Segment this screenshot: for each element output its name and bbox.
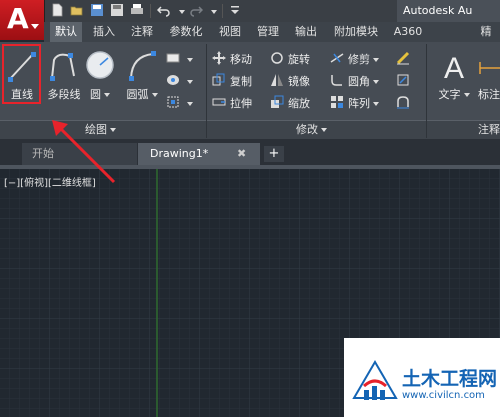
stretch-icon [212, 95, 226, 109]
hatch-tool[interactable] [166, 72, 193, 92]
annotation-panel-title[interactable]: 注释 [478, 121, 500, 138]
stretch-tool[interactable]: 拉伸 [212, 94, 252, 114]
circle-label: 圆 [78, 86, 122, 102]
scale-icon [270, 95, 284, 109]
region-tool[interactable] [166, 94, 193, 114]
rectangle-tool[interactable] [166, 50, 193, 70]
tab-view[interactable]: 视图 [214, 22, 246, 42]
watermark: 土木工程网 www.civilcn.com [344, 338, 500, 417]
trim-tool[interactable]: 修剪 [330, 50, 379, 70]
mirror-tool[interactable]: 镜像 [270, 72, 310, 92]
tab-parametric[interactable]: 参数化 [164, 22, 208, 42]
mirror-icon [270, 73, 284, 87]
copy-tool[interactable]: 复制 [212, 72, 252, 92]
arc-button[interactable]: 圆弧 [120, 45, 164, 105]
new-tab-button[interactable]: + [264, 146, 284, 162]
close-icon[interactable]: ✖ [237, 143, 246, 165]
watermark-text: 土木工程网 [402, 368, 498, 390]
annotation-arrow [52, 120, 116, 184]
application-menu-button[interactable]: A [0, 0, 45, 40]
erase-tool[interactable] [396, 50, 414, 70]
explode-tool[interactable] [396, 72, 414, 92]
print-icon[interactable] [129, 3, 145, 19]
undo-icon[interactable] [156, 3, 172, 19]
tab-annotate[interactable]: 注释 [126, 22, 158, 42]
save-icon[interactable] [89, 3, 105, 19]
window-title: Autodesk Au [397, 0, 500, 22]
chevron-down-icon[interactable] [204, 3, 220, 19]
arc-label: 圆弧 [120, 86, 164, 102]
tab-home[interactable]: 默认 [50, 22, 82, 42]
eraser-icon [396, 51, 410, 65]
fillet-icon [330, 73, 344, 87]
redo-icon[interactable] [188, 3, 204, 19]
array-icon [330, 95, 344, 109]
customize-qat-icon[interactable] [227, 3, 243, 19]
polyline-icon [50, 53, 75, 81]
circle-button[interactable]: 圆 [78, 45, 122, 105]
dimension-label: 标注 [478, 88, 500, 101]
copy-icon [212, 73, 226, 87]
chevron-down-icon[interactable] [172, 3, 188, 19]
rotate-icon [270, 51, 284, 65]
fillet-tool[interactable]: 圆角 [330, 72, 379, 92]
saveas-icon[interactable] [109, 3, 125, 19]
text-icon: A [444, 52, 464, 84]
chevron-down-icon [31, 24, 39, 29]
circle-icon [86, 51, 114, 79]
arc-icon [129, 51, 156, 81]
region-icon [166, 95, 180, 109]
modify-panel-title[interactable]: 修改 [296, 121, 327, 138]
offset-tool[interactable] [396, 94, 414, 114]
scale-tool[interactable]: 缩放 [270, 94, 310, 114]
new-icon[interactable] [49, 3, 65, 19]
highlight-box [2, 44, 41, 104]
autocad-logo-icon: A [7, 2, 29, 35]
text-button[interactable]: A 文字 [432, 45, 476, 105]
open-icon[interactable] [69, 3, 85, 19]
tab-manage[interactable]: 管理 [252, 22, 284, 42]
move-icon [212, 51, 226, 65]
tab-insert[interactable]: 插入 [88, 22, 120, 42]
tab-output[interactable]: 输出 [290, 22, 322, 42]
tab-featured[interactable]: 精 [472, 22, 500, 42]
rectangle-icon [166, 51, 180, 65]
offset-icon [396, 95, 410, 109]
explode-icon [396, 73, 410, 87]
rotate-tool[interactable]: 旋转 [270, 50, 310, 70]
dimension-button[interactable]: 标注 [472, 45, 500, 105]
hatch-icon [166, 73, 180, 87]
civilcn-logo-icon [352, 360, 398, 400]
tab-addins[interactable]: 附加模块 [328, 22, 384, 42]
dimension-icon [479, 62, 500, 74]
move-tool[interactable]: 移动 [212, 50, 252, 70]
tab-a360[interactable]: A360 [388, 22, 428, 42]
text-label: 文字 [432, 86, 476, 102]
trim-icon [330, 51, 344, 65]
svg-text:A: A [444, 52, 464, 84]
array-tool[interactable]: 阵列 [330, 94, 379, 114]
watermark-url: www.civilcn.com [402, 390, 485, 401]
